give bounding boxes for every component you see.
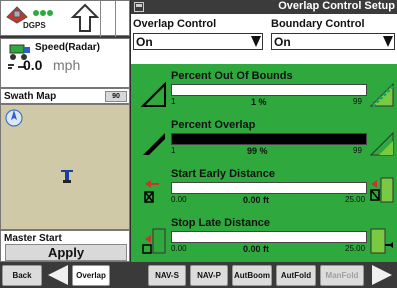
start-early-distance-row: Start Early Distance 0.00 0.00 ft 25.00	[131, 166, 397, 215]
next-arrow-icon[interactable]	[370, 264, 394, 286]
bottom-nav: Back Overlap NAV-S NAV-P AutBoom AutFold…	[0, 262, 397, 288]
slider-max: 25.00	[345, 195, 366, 204]
increase-start-early-icon[interactable]	[369, 176, 395, 206]
swath-map-title: Swath Map	[4, 91, 57, 102]
slider-value: 99 %	[247, 146, 268, 156]
status-icon-strip: DGPS	[0, 0, 131, 37]
row-title: Percent Overlap	[171, 119, 256, 131]
swath-map-view[interactable]	[0, 104, 130, 230]
tab-autboom[interactable]: AutBoom	[232, 265, 272, 286]
decrease-start-early-icon[interactable]	[141, 178, 167, 206]
gps-mode-label: DGPS	[23, 21, 46, 30]
tab-nav-s[interactable]: NAV-S	[148, 265, 186, 286]
compass-icon	[5, 109, 23, 127]
stop-late-distance-row: Stop Late Distance 0.00 0.00 ft 25.00	[131, 215, 397, 264]
boundary-control-value: On	[274, 35, 291, 49]
percent-overlap-row: Percent Overlap 1 99 % 99	[131, 117, 397, 166]
slider-max: 99	[353, 97, 362, 106]
percent-out-of-bounds-row: Percent Out Of Bounds 1 1 % 99	[131, 68, 397, 117]
decrease-stop-late-icon[interactable]	[141, 227, 167, 255]
previous-arrow-icon[interactable]	[46, 264, 70, 286]
speed-value: 0.0	[23, 57, 43, 73]
slider-min: 1	[171, 97, 176, 106]
slider-max: 25.00	[345, 244, 366, 253]
speed-source-label: Speed(Radar)	[35, 42, 101, 53]
row-title: Start Early Distance	[171, 168, 275, 180]
speed-unit: mph	[53, 57, 81, 73]
slider-track[interactable]	[171, 231, 367, 243]
speed-readout: Speed(Radar) 0.0 mph	[0, 38, 130, 88]
empty-slot-2	[116, 1, 131, 37]
tab-manfold: ManFold	[320, 265, 364, 286]
empty-slot-1	[101, 1, 116, 37]
decrease-out-of-bounds-icon[interactable]	[141, 80, 167, 108]
apply-button[interactable]: Apply	[5, 244, 127, 261]
back-button[interactable]: Back	[2, 265, 42, 286]
slider-value: 0.00 ft	[243, 195, 270, 205]
page-title: Overlap Control Setup	[278, 0, 395, 12]
gps-status-cell[interactable]: DGPS	[1, 1, 101, 37]
gps-signal-icon	[33, 10, 53, 16]
chevron-down-icon	[251, 36, 261, 47]
slider-max: 99	[353, 146, 362, 155]
overlap-control-select[interactable]: On	[133, 33, 263, 50]
boundary-control-select[interactable]: On	[271, 33, 395, 50]
control-selectors: Overlap Control On Boundary Control On	[131, 14, 397, 64]
slider-min: 0.00	[171, 195, 187, 204]
overlap-control-panel: Overlap Control Setup Overlap Control On…	[131, 0, 397, 262]
increase-stop-late-icon[interactable]	[369, 225, 395, 255]
slider-value: 0.00 ft	[243, 244, 270, 254]
window-icon	[134, 2, 144, 12]
increase-overlap-icon[interactable]	[369, 127, 395, 157]
panel-titlebar: Overlap Control Setup	[131, 0, 397, 14]
overlap-control-label: Overlap Control	[133, 18, 217, 30]
decrease-overlap-icon[interactable]	[141, 129, 167, 157]
home-arrow-icon	[71, 3, 99, 32]
slider-track[interactable]	[171, 84, 367, 96]
swath-zoom-button[interactable]: 90	[105, 91, 127, 102]
overlap-control-value: On	[136, 35, 153, 49]
swath-map-header: Swath Map 90	[0, 88, 130, 104]
row-title: Stop Late Distance	[171, 217, 271, 229]
vehicle-position-icon	[61, 170, 73, 183]
row-title: Percent Out Of Bounds	[171, 70, 293, 82]
chevron-down-icon	[383, 36, 393, 47]
slider-fill	[172, 134, 366, 144]
left-column: DGPS Speed(Radar) 0.0 mph Swath Map 90 M…	[0, 0, 130, 262]
boundary-control-label: Boundary Control	[271, 18, 365, 30]
master-start-label: Master Start	[4, 233, 62, 244]
master-start-panel: Master Start Apply	[0, 230, 130, 262]
tab-autfold[interactable]: AutFold	[276, 265, 316, 286]
slider-track[interactable]	[171, 133, 367, 145]
slider-track[interactable]	[171, 182, 367, 194]
increase-out-of-bounds-icon[interactable]	[369, 78, 395, 108]
slider-min: 1	[171, 146, 176, 155]
tab-nav-p[interactable]: NAV-P	[190, 265, 228, 286]
slider-value: 1 %	[251, 97, 267, 107]
tab-overlap[interactable]: Overlap	[72, 265, 110, 286]
slider-min: 0.00	[171, 244, 187, 253]
